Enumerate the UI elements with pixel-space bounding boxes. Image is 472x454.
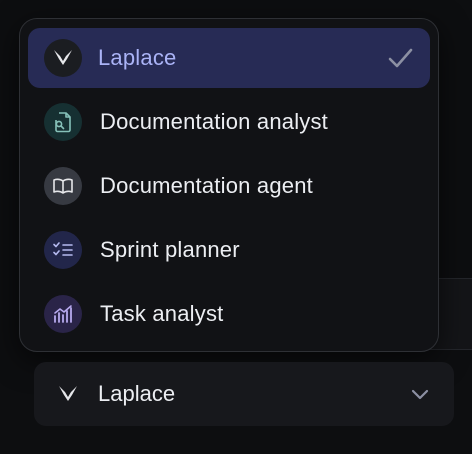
laplace-logo-icon bbox=[44, 39, 82, 77]
menu-item-label: Laplace bbox=[98, 45, 177, 70]
open-book-icon bbox=[44, 167, 82, 205]
menu-item-laplace[interactable]: Laplace bbox=[28, 28, 430, 88]
chevron-down-icon bbox=[408, 382, 432, 406]
document-search-icon bbox=[44, 103, 82, 141]
menu-item-documentation-agent[interactable]: Documentation agent bbox=[28, 156, 430, 216]
chart-trend-icon bbox=[44, 295, 82, 333]
menu-item-sprint-planner[interactable]: Sprint planner bbox=[28, 220, 430, 280]
checklist-icon bbox=[44, 231, 82, 269]
agent-select[interactable]: Laplace bbox=[34, 362, 454, 426]
menu-item-label: Documentation analyst bbox=[100, 109, 328, 134]
laplace-logo-icon bbox=[58, 385, 78, 403]
menu-item-task-analyst[interactable]: Task analyst bbox=[28, 284, 430, 344]
menu-item-documentation-analyst[interactable]: Documentation analyst bbox=[28, 92, 430, 152]
select-value: Laplace bbox=[98, 381, 176, 406]
checkmark-icon bbox=[386, 44, 414, 72]
agent-dropdown-menu: Laplace Documentation analyst Documentat… bbox=[19, 18, 439, 352]
menu-item-label: Task analyst bbox=[100, 301, 224, 326]
menu-item-label: Sprint planner bbox=[100, 237, 240, 262]
menu-item-label: Documentation agent bbox=[100, 173, 313, 198]
